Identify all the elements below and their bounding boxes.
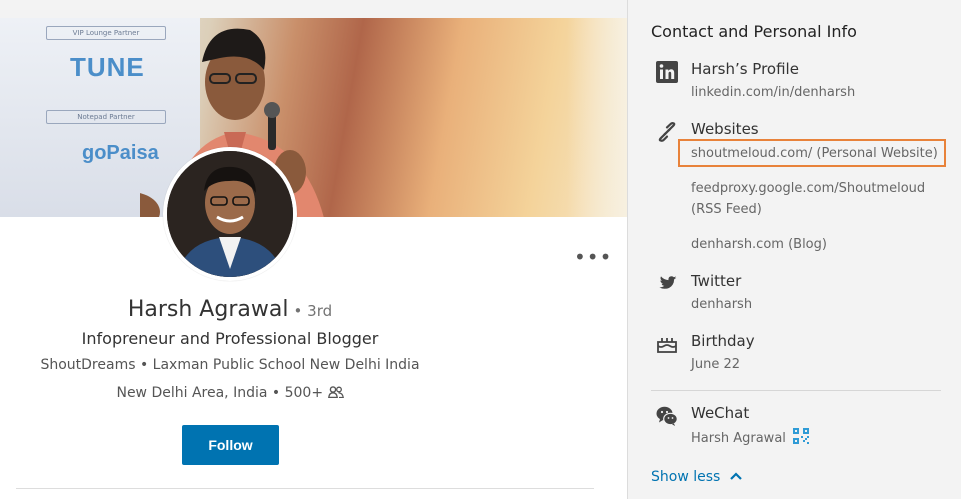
contact-panel: Contact and Personal Info Harsh’s Profil… [627, 0, 961, 499]
banner-light [567, 18, 627, 217]
twitter-icon [659, 276, 677, 289]
location: New Delhi Area, India [116, 385, 268, 401]
linkedin-icon [656, 61, 678, 83]
avatar-photo [167, 151, 293, 277]
connection-degree: • 3rd [293, 302, 333, 320]
websites-section-title: Websites [691, 120, 759, 138]
divider [651, 390, 941, 391]
birthday-value: June 22 [691, 357, 740, 372]
divider [16, 488, 594, 489]
wechat-row: Harsh Agrawal [691, 428, 956, 449]
name-row: Harsh Agrawal • 3rd [0, 297, 460, 322]
qr-code-icon[interactable] [793, 428, 810, 444]
connections-icon [327, 386, 344, 399]
profile-headline: Infopreneur and Professional Blogger [81, 329, 379, 348]
website-link[interactable]: denharsh.com (Blog) [691, 234, 956, 255]
company-school: ShoutDreams • Laxman Public School New D… [40, 357, 420, 373]
follow-button[interactable]: Follow [182, 425, 279, 465]
profile-banner: VIP Lounge Partner TUNE Notepad Partner … [0, 18, 627, 217]
profile-section-title: Harsh’s Profile [691, 60, 799, 78]
link-icon [658, 122, 676, 142]
chevron-up-icon [730, 472, 742, 480]
birthday-cake-icon [657, 338, 677, 353]
show-less-button[interactable]: Show less [651, 469, 743, 485]
wechat-section-title: WeChat [691, 404, 750, 422]
location-row: New Delhi Area, India • 500+ [0, 385, 460, 401]
birthday-section-title: Birthday [691, 332, 755, 350]
contact-panel-title: Contact and Personal Info [651, 22, 857, 41]
wechat-value: Harsh Agrawal [691, 431, 786, 446]
profile-url-link[interactable]: linkedin.com/in/denharsh [691, 82, 956, 103]
website-link[interactable]: feedproxy.google.com/Shoutmeloud (RSS Fe… [691, 178, 956, 220]
twitter-handle-link[interactable]: denharsh [691, 294, 956, 315]
wechat-icon [656, 406, 678, 426]
avatar[interactable] [163, 147, 297, 281]
profile-card: VIP Lounge Partner TUNE Notepad Partner … [0, 18, 627, 499]
banner-logo: TUNE [70, 52, 145, 82]
website-link[interactable]: shoutmeloud.com/ (Personal Website) [691, 143, 956, 164]
show-less-label: Show less [651, 469, 721, 485]
profile-name: Harsh Agrawal [127, 297, 289, 322]
connections-count[interactable]: • 500+ [272, 385, 323, 401]
twitter-section-title: Twitter [691, 272, 742, 290]
more-actions-button[interactable]: ••• [574, 247, 612, 267]
